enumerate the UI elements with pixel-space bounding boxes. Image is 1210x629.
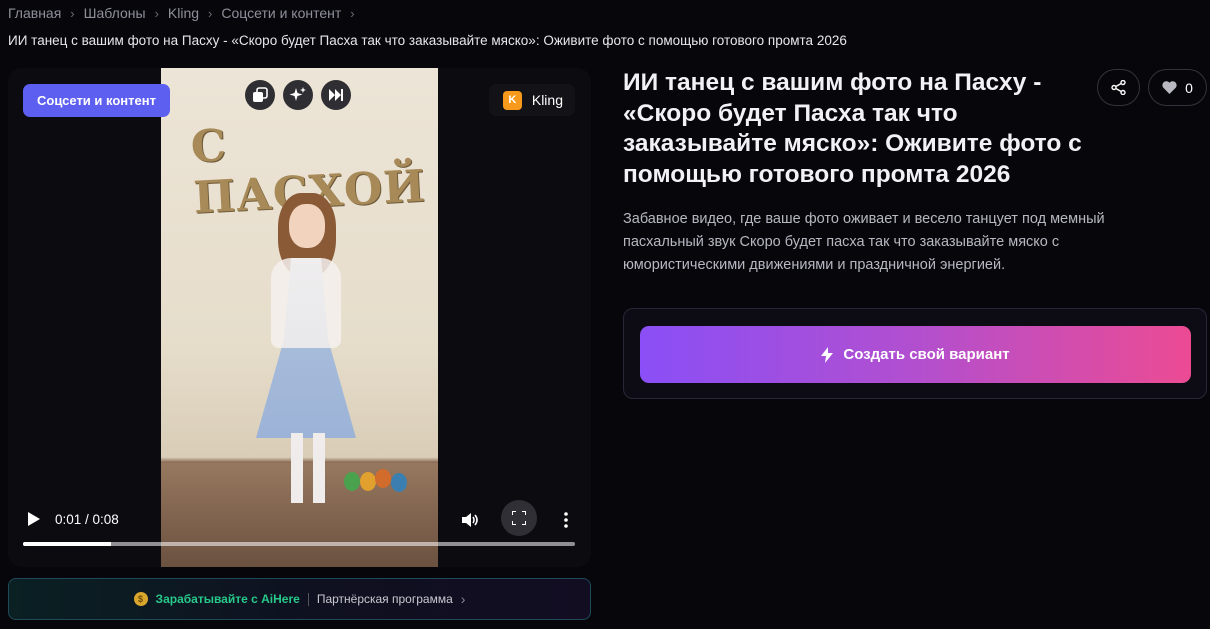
video-progress-fill xyxy=(23,542,112,546)
create-card: Создать свой вариант xyxy=(623,308,1207,399)
breadcrumb-templates[interactable]: Шаблоны xyxy=(84,5,146,21)
money-bag-icon: $ xyxy=(133,592,148,606)
lightning-icon xyxy=(821,346,834,363)
breadcrumb-social[interactable]: Соцсети и контент xyxy=(221,5,341,21)
chevron-right-icon: › xyxy=(460,591,466,607)
model-badge: K Kling xyxy=(488,84,575,116)
more-options-icon[interactable] xyxy=(556,509,576,531)
page-subtitle: ИИ танец с вашим фото на Пасху - «Скоро … xyxy=(8,33,847,48)
breadcrumb: Главная › Шаблоны › Kling › Соцсети и ко… xyxy=(8,5,364,21)
volume-icon[interactable] xyxy=(460,509,482,531)
kling-logo-icon: K xyxy=(502,90,522,110)
fullscreen-icon[interactable] xyxy=(501,500,537,536)
breadcrumb-kling[interactable]: Kling xyxy=(168,5,199,21)
girl-face xyxy=(289,204,325,248)
skip-forward-icon[interactable] xyxy=(321,80,351,110)
template-description: Забавное видео, где ваше фото оживает и … xyxy=(623,211,1105,273)
sparkles-icon[interactable] xyxy=(283,80,313,110)
copy-icon[interactable] xyxy=(245,80,275,110)
girl-cardigan xyxy=(271,258,341,348)
affiliate-banner[interactable]: $ Зарабатывайте с AiHere Партнёрская про… xyxy=(8,578,591,620)
create-variant-label: Создать свой вариант xyxy=(843,346,1010,363)
category-tag-button[interactable]: Соцсети и контент xyxy=(23,84,170,117)
video-time: 0:01 / 0:08 xyxy=(55,512,119,527)
like-button[interactable]: 0 xyxy=(1148,69,1207,106)
easter-egg xyxy=(375,469,391,488)
breadcrumb-home[interactable]: Главная xyxy=(8,5,61,21)
scene-text: С ПАСХОЙ xyxy=(189,120,427,224)
share-icon xyxy=(1111,80,1126,95)
play-icon[interactable] xyxy=(24,509,44,529)
like-count: 0 xyxy=(1185,79,1193,96)
affiliate-earn-label: Зарабатывайте с AiHere xyxy=(155,592,300,606)
video-top-controls xyxy=(245,80,351,110)
divider xyxy=(307,592,309,606)
chevron-right-icon: › xyxy=(70,5,75,21)
affiliate-program-label: Партнёрская программа xyxy=(316,592,453,606)
share-button[interactable] xyxy=(1097,69,1140,106)
chevron-right-icon: › xyxy=(350,5,355,21)
video-controls: 0:01 / 0:08 xyxy=(8,497,591,567)
chevron-right-icon: › xyxy=(208,5,213,21)
easter-egg xyxy=(344,472,360,491)
easter-egg xyxy=(360,472,376,491)
model-name: Kling xyxy=(531,92,563,108)
chevron-right-icon: › xyxy=(154,5,159,21)
girl-legs xyxy=(291,433,325,503)
template-title: ИИ танец с вашим фото на Пасху - «Скоро … xyxy=(623,69,1082,188)
video-player[interactable]: С ПАСХОЙ Соцсети и контент K Kling 0:01 … xyxy=(8,68,591,567)
create-variant-button[interactable]: Создать свой вариант xyxy=(640,326,1191,383)
easter-egg xyxy=(391,473,407,492)
heart-icon xyxy=(1162,81,1177,94)
video-frame: С ПАСХОЙ xyxy=(161,68,438,567)
video-progress-bar[interactable] xyxy=(23,542,575,546)
